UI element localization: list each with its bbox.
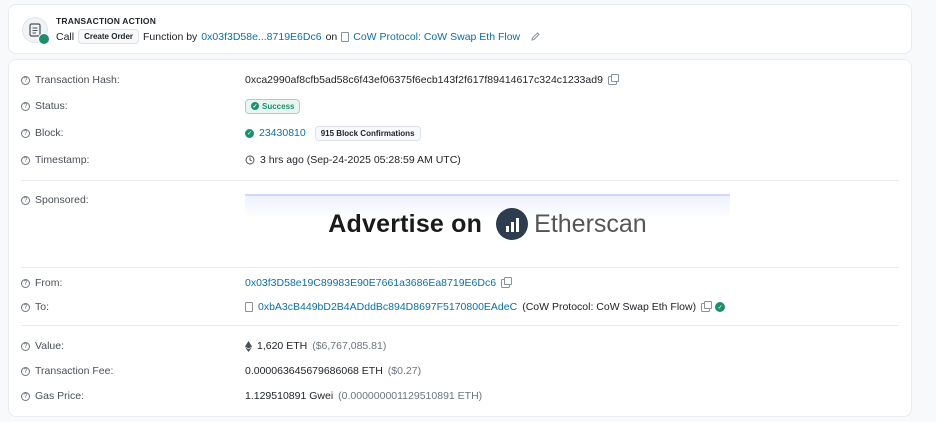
contract-link[interactable]: CoW Protocol: CoW Swap Eth Flow [353,31,520,43]
fee-eth: 0.000063645679686068 ETH [245,365,383,377]
timestamp-label: Timestamp: [35,154,90,166]
copy-icon[interactable] [701,300,713,312]
value-row: ? Value: 1,620 ETH ($6,767,085.81) [9,336,911,356]
action-description: Call Create Order Function by 0x03f3D58e… [56,29,541,44]
divider [21,325,899,326]
ad-brand-text: Etherscan [534,209,647,238]
gas-eth: (0.000000001129510891 ETH) [338,390,483,402]
ad-text: Advertise on [328,209,483,238]
fee-usd: ($0.27) [387,365,422,377]
contract-icon [245,302,253,312]
to-address-link[interactable]: 0xbA3cB449bD2B4ADddBc894D8697F5170800EAd… [258,301,517,313]
gas-gwei: 1.129510891 Gwei [245,390,334,402]
help-icon[interactable]: ? [21,195,30,205]
from-row: ? From: 0x03f3D58e19C89983E90E7661a3686Ea… [9,273,911,293]
etherscan-logo-icon [496,208,529,240]
help-icon[interactable]: ? [21,391,30,401]
transaction-action-card: TRANSACTION ACTION Call Create Order Fun… [8,4,912,54]
fee-label: Transaction Fee: [35,365,114,377]
method-pill: Create Order [78,29,140,44]
check-circle-icon: ✓ [251,102,259,110]
function-by-text: Function by [143,30,198,43]
contract-icon [341,31,350,42]
cow-badge-icon [38,33,50,45]
tx-hash-value: 0xca2990af8cfb5ad58c6f43ef06375f6ecb143f… [245,74,603,86]
from-address-link[interactable]: 0x03f3D58e19C89983E90E7661a3686Ea8719E6D… [245,277,496,289]
transaction-details-card: ? Transaction Hash: 0xca2990af8cfb5ad58c6… [8,59,912,417]
tx-hash-label: Transaction Hash: [35,74,120,86]
verified-icon: ✓ [715,302,726,312]
timestamp-value: 3 hrs ago (Sep-24-2025 05:28:59 AM UTC) [260,154,461,166]
gas-label: Gas Price: [35,390,85,402]
clock-icon [245,155,255,165]
status-badge: ✓ Success [245,98,301,114]
tx-hash-row: ? Transaction Hash: 0xca2990af8cfb5ad58c6… [9,70,911,90]
divider [21,267,899,268]
help-icon[interactable]: ? [21,101,30,111]
to-name: (CoW Protocol: CoW Swap Eth Flow) [522,301,697,313]
value-usd: ($6,767,085.81) [312,340,387,352]
block-link[interactable]: 23430810 [259,127,306,139]
ad-brand: Etherscan [496,208,647,240]
help-icon[interactable]: ? [21,366,30,376]
fee-row: ? Transaction Fee: 0.000063645679686068 E… [9,361,911,381]
help-icon[interactable]: ? [21,341,30,351]
action-title: TRANSACTION ACTION [56,16,157,26]
to-label: To: [35,301,50,313]
help-icon[interactable]: ? [21,128,30,138]
value-label: Value: [35,340,64,352]
copy-icon[interactable] [607,73,619,85]
help-icon[interactable]: ? [21,278,30,288]
value-eth: 1,620 ETH [257,340,308,352]
gas-row: ? Gas Price: 1.129510891 Gwei (0.000000001… [9,386,911,406]
to-row: ? To: 0xbA3cB449bD2B4ADddBc894D8697F51708… [9,297,911,317]
help-icon[interactable]: ? [21,155,30,165]
ethereum-icon [245,340,252,352]
status-row: ? Status: ✓ Success [9,96,911,116]
call-text: Call [56,30,75,43]
advertise-banner[interactable]: Advertise on Etherscan [245,194,730,252]
sponsored-label: Sponsored: [35,194,89,206]
block-row: ? Block: ✓ 23430810 915 Block Confirmations [9,123,911,143]
block-label: Block: [35,127,64,139]
edit-icon[interactable] [530,31,541,42]
status-label: Status: [35,100,68,112]
from-address-link[interactable]: 0x03f3D58e...8719E6Dc6 [201,31,321,43]
check-circle-icon: ✓ [245,128,254,138]
help-icon[interactable]: ? [21,75,30,85]
timestamp-row: ? Timestamp: 3 hrs ago (Sep-24-2025 05:28… [9,150,911,170]
on-text: on [325,30,338,43]
copy-icon[interactable] [501,276,513,288]
divider [21,180,899,181]
confirmations-pill: 915 Block Confirmations [314,125,421,141]
from-label: From: [35,277,63,289]
help-icon[interactable]: ? [21,302,30,312]
